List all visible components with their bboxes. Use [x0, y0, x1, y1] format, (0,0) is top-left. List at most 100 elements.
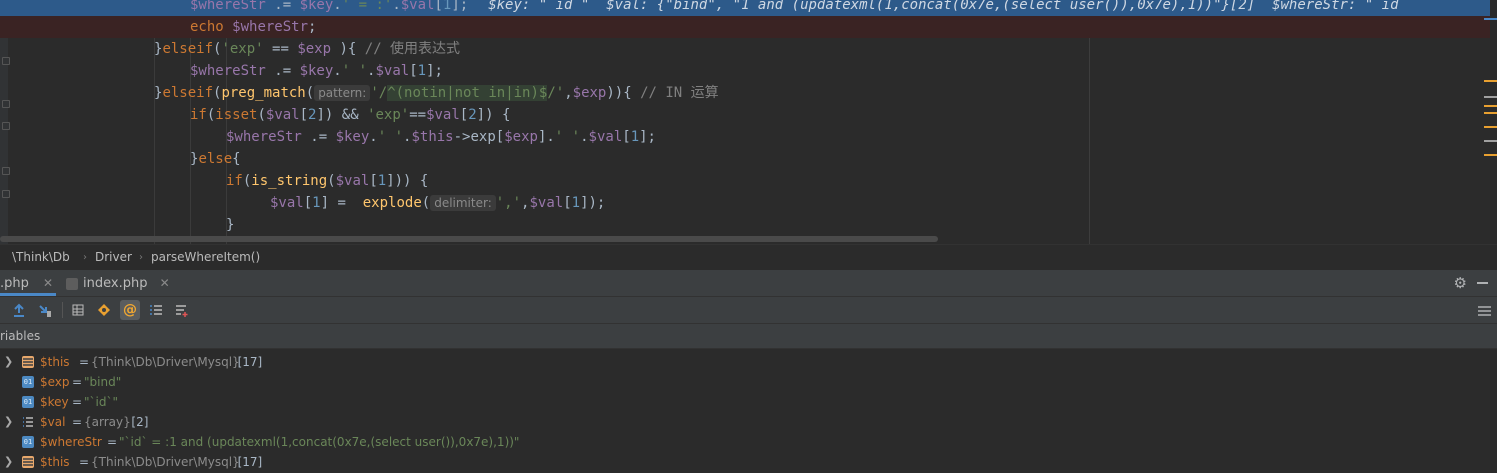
code-token: [: [563, 195, 572, 211]
code-text: $whereStr .= $key.' '.$val[1];: [190, 60, 443, 82]
code-token: .=: [301, 129, 336, 145]
php-file-icon: [66, 277, 78, 290]
stripe-mark[interactable]: [1484, 112, 1497, 114]
gear-icon[interactable]: ⚙: [1454, 274, 1467, 292]
code-text: $whereStr .= $key.' '.$this->exp[$exp].'…: [226, 126, 656, 148]
code-token: [: [622, 129, 631, 145]
equals-sign: =: [79, 355, 90, 369]
stripe-mark[interactable]: [1484, 80, 1497, 82]
code-text: $whereStr .= $key.' = :'.$val[1]; $key: "…: [190, 0, 1407, 16]
close-icon[interactable]: ✕: [43, 276, 53, 290]
code-token: ;: [308, 19, 317, 35]
object-icon: [22, 356, 34, 368]
variable-name: $key: [40, 395, 69, 409]
code-token: ==: [409, 107, 427, 123]
code-line[interactable]: $whereStr .= $key.' '.$this->exp[$exp].'…: [0, 126, 1490, 148]
horizontal-scrollbar[interactable]: [0, 236, 938, 242]
tab-label: index.php: [83, 276, 148, 291]
variable-row[interactable]: ❯ $val = {array} [2]: [0, 412, 1497, 432]
code-token: ].: [537, 129, 555, 145]
code-token: ){: [331, 41, 365, 57]
variable-count: [2]: [131, 415, 149, 429]
variable-name: $this: [40, 355, 70, 369]
layout-icon[interactable]: [1478, 302, 1491, 321]
run-to-cursor-icon[interactable]: [35, 300, 55, 320]
variable-row[interactable]: ❯ $this = {Think\Db\Driver\Mysql} [17]: [0, 352, 1497, 372]
code-token: ];: [426, 63, 443, 79]
tab-debug-file[interactable]: .php ✕: [0, 270, 56, 296]
fold-marker-icon[interactable]: [2, 57, 10, 65]
code-token: elseif: [162, 41, 214, 57]
fold-marker-icon[interactable]: [2, 167, 10, 175]
code-line[interactable]: if(is_string($val[1])) {: [0, 170, 1490, 192]
code-line[interactable]: }elseif('exp' == $exp ){ // 使用表达式: [0, 38, 1490, 60]
fold-marker-icon[interactable]: [2, 100, 10, 108]
code-token: [: [299, 107, 309, 123]
add-to-watches-icon[interactable]: [172, 300, 192, 320]
code-line[interactable]: $whereStr .= $key.' '.$val[1];: [0, 60, 1490, 82]
variable-count: [17]: [237, 355, 263, 369]
stripe-mark[interactable]: [1484, 105, 1497, 107]
code-token: (: [327, 173, 336, 189]
code-token: [: [495, 129, 505, 145]
fold-marker-icon[interactable]: [2, 190, 10, 198]
watch-at-icon[interactable]: @: [120, 300, 140, 320]
variable-value: {Think\Db\Driver\Mysql}: [91, 355, 240, 369]
breakpoint-line[interactable]: echo $whereStr;: [0, 16, 1490, 38]
evaluate-expression-icon[interactable]: [68, 300, 88, 320]
code-text: if(is_string($val[1])) {: [226, 170, 428, 192]
code-token: [: [459, 107, 469, 123]
code-token: [: [409, 63, 418, 79]
breadcrumb-class[interactable]: Driver: [95, 245, 132, 270]
stripe-mark[interactable]: [1484, 126, 1497, 128]
code-line[interactable]: }: [0, 214, 1490, 236]
list-view-icon[interactable]: [146, 300, 166, 320]
breadcrumb-namespace[interactable]: \Think\Db: [12, 245, 70, 270]
code-token: /': [547, 85, 565, 101]
code-token: exp: [470, 129, 496, 145]
stripe-mark[interactable]: [1484, 18, 1497, 20]
code-text: }: [226, 214, 234, 236]
code-token: if: [226, 173, 243, 189]
code-token: ' ': [377, 129, 404, 145]
variable-row[interactable]: 01 $exp = "bind": [0, 372, 1497, 392]
code-token: [: [434, 0, 443, 13]
variable-row[interactable]: 01 $whereStr = "`id` = :1 and (updatexml(1,…: [0, 432, 1497, 452]
stripe-mark[interactable]: [1484, 154, 1497, 156]
code-line[interactable]: if(isset($val[2]) && 'exp'==$val[2]) {: [0, 104, 1490, 126]
code-token: 'exp': [367, 107, 410, 123]
code-token: elseif: [162, 85, 214, 101]
code-token: // IN 运算: [640, 85, 719, 101]
breakpoint-diamond-icon[interactable]: [94, 300, 114, 320]
code-token: {: [232, 151, 241, 167]
expand-chevron-icon[interactable]: ❯: [4, 452, 13, 472]
expand-chevron-icon[interactable]: ❯: [4, 352, 13, 372]
variable-row[interactable]: ❯ $this = {Think\Db\Driver\Mysql} [17]: [0, 452, 1497, 472]
code-token: .: [580, 129, 589, 145]
code-token: ]);: [580, 195, 606, 211]
debug-tab-bar: .php ✕ index.php ✕ ⚙: [0, 270, 1497, 297]
tab-index-php[interactable]: index.php ✕: [66, 270, 176, 296]
expand-chevron-icon[interactable]: ❯: [4, 412, 13, 432]
code-token: $val: [426, 107, 460, 123]
execution-line[interactable]: $whereStr .= $key.' = :'.$val[1]; $key: "…: [0, 0, 1490, 16]
variables-list[interactable]: ❯ $this = {Think\Db\Driver\Mysql} [17] 01 $exp…: [0, 349, 1497, 473]
breadcrumb-method[interactable]: parseWhereItem(): [151, 245, 260, 270]
code-token: ' = :': [341, 0, 393, 13]
code-text: }elseif(preg_match(pattern: '/^(notin|not…: [154, 82, 719, 104]
code-token: isset: [215, 107, 258, 123]
code-line[interactable]: $val[1] = explode(delimiter: ',',$val[1])…: [0, 192, 1490, 214]
debug-toolbar: @: [0, 297, 1497, 324]
variable-row[interactable]: 01 $key = "`id`": [0, 392, 1497, 412]
close-icon[interactable]: ✕: [160, 276, 170, 290]
code-line[interactable]: }elseif(preg_match(pattern: '/^(notin|not…: [0, 82, 1490, 104]
code-token: $exp: [504, 129, 538, 145]
step-out-icon[interactable]: [9, 300, 29, 320]
fold-marker-icon[interactable]: [2, 122, 10, 130]
stripe-mark[interactable]: [1484, 140, 1497, 142]
minimize-icon[interactable]: [1477, 282, 1488, 284]
code-token: ];: [639, 129, 656, 145]
stripe-mark[interactable]: [1484, 96, 1497, 98]
code-line[interactable]: }else{: [0, 148, 1490, 170]
code-editor[interactable]: $whereStr .= $key.' = :'.$val[1]; $key: "…: [0, 0, 1497, 244]
